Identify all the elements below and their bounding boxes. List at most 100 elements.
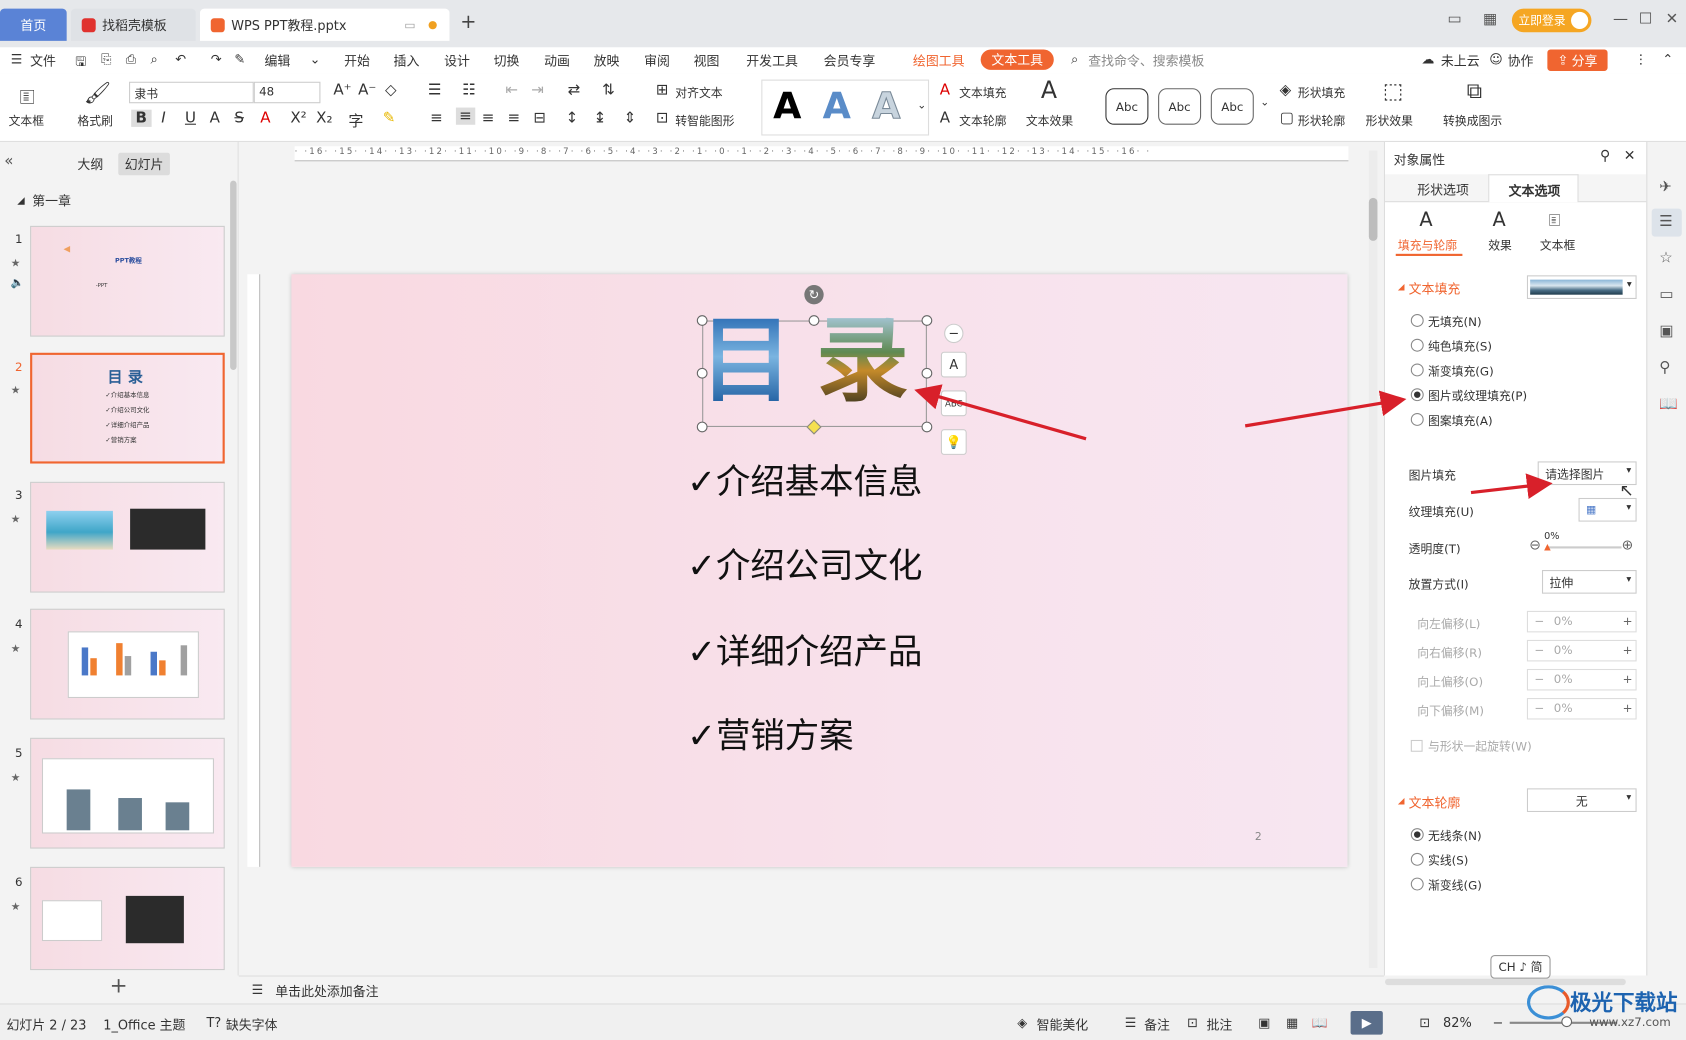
current-slide[interactable]: ↻ 目 录 − A ABC 💡 ✓介绍基本信息 ✓介绍公司文化 ✓详细介绍产品 … xyxy=(291,274,1348,867)
redo-icon[interactable]: ↷ xyxy=(211,52,222,67)
minimize-icon[interactable]: — xyxy=(1613,11,1628,28)
radio-gradient-line-label[interactable]: 渐变线(G) xyxy=(1428,877,1482,894)
transparency-slider[interactable]: ▲ xyxy=(1544,542,1622,552)
shape-fill-button[interactable]: 形状填充 xyxy=(1298,84,1345,101)
tab-outline[interactable]: 大纲 xyxy=(77,155,103,173)
notes-placeholder[interactable]: 单击此处添加备注 xyxy=(275,982,378,1000)
comments-button[interactable]: 批注 xyxy=(1206,1015,1232,1033)
texture-fill-dropdown[interactable]: ▦ ▾ xyxy=(1578,497,1637,522)
italic-icon[interactable]: I xyxy=(161,110,165,127)
wordart-style-black[interactable]: A xyxy=(773,85,801,128)
slides-tool-icon[interactable]: ▭ xyxy=(1659,286,1673,303)
para-spacing-icon[interactable]: ↨ xyxy=(594,110,607,127)
bullet-item[interactable]: ✓介绍基本信息 xyxy=(687,455,922,504)
zoom-out-icon[interactable]: − xyxy=(1493,1015,1504,1030)
font-size-select[interactable]: 48 xyxy=(253,81,321,104)
radio-pattern-fill[interactable] xyxy=(1410,412,1424,426)
slide-thumb-6[interactable] xyxy=(30,866,225,971)
menu-item-review[interactable]: 审阅 xyxy=(644,52,670,70)
increase-indent-icon[interactable]: ⇥ xyxy=(531,82,544,99)
shape-style-2[interactable]: Abc xyxy=(1158,88,1202,125)
star-tool-icon[interactable]: ☆ xyxy=(1659,250,1673,267)
font-name-select[interactable]: 隶书 xyxy=(129,81,254,104)
shrink-font-icon[interactable]: A⁻ xyxy=(358,82,376,99)
superscript-icon[interactable]: X² xyxy=(290,110,306,127)
thumbnail-scrollbar[interactable] xyxy=(230,180,237,370)
new-tab-button[interactable]: + xyxy=(460,11,476,34)
chapter-toggle-icon[interactable]: ◢ xyxy=(17,196,24,207)
panel-title[interactable]: 对象属性 xyxy=(1394,151,1446,169)
resize-handle[interactable] xyxy=(921,421,933,433)
fill-preview-dropdown[interactable]: ▾ xyxy=(1526,275,1637,299)
menu-item-slideshow[interactable]: 放映 xyxy=(594,52,620,70)
sort-icon[interactable]: ⇅ xyxy=(602,82,615,99)
collapse-panel-icon[interactable]: « xyxy=(4,153,13,170)
radio-gradient-fill[interactable] xyxy=(1410,363,1424,377)
textbox-button[interactable]: 文本框 xyxy=(9,112,44,129)
menu-item-transition[interactable]: 切换 xyxy=(494,52,520,70)
wordart-style-blue[interactable]: A xyxy=(823,85,851,128)
rocket-icon[interactable]: ✈ xyxy=(1659,179,1672,196)
strikethrough-icon[interactable]: S xyxy=(234,110,244,127)
subscript-icon[interactable]: X₂ xyxy=(316,110,332,127)
menu-edit[interactable]: 编辑 xyxy=(265,52,291,70)
clear-format-icon[interactable]: ◇ xyxy=(385,82,397,99)
location-icon[interactable]: ⚲ xyxy=(1659,359,1670,376)
highlight-icon[interactable]: ✎ xyxy=(383,110,396,127)
tab-shape-options[interactable]: 形状选项 xyxy=(1417,181,1469,199)
image-tool-icon[interactable]: ▣ xyxy=(1659,323,1673,340)
subtab-fill-outline[interactable]: 填充与轮廓 xyxy=(1398,237,1457,254)
justify-icon[interactable]: ≡ xyxy=(508,110,521,127)
menu-file[interactable]: 文件 xyxy=(30,52,56,70)
menu-item-design[interactable]: 设计 xyxy=(444,52,470,70)
align-left-icon[interactable]: ≡ xyxy=(430,110,443,127)
collapse-ribbon-icon[interactable]: ⌃ xyxy=(1662,52,1673,67)
missing-font-button[interactable]: 缺失字体 xyxy=(226,1015,278,1033)
slide-thumb-5[interactable] xyxy=(30,737,225,849)
offset-bottom-stepper[interactable]: −0% + xyxy=(1526,697,1637,720)
transparency-minus-icon[interactable]: ⊖ xyxy=(1529,538,1541,554)
radio-solid-line[interactable] xyxy=(1410,852,1424,866)
decrease-indent-icon[interactable]: ⇤ xyxy=(505,82,518,99)
shape-style-3[interactable]: Abc xyxy=(1210,88,1254,125)
rotate-with-shape-checkbox[interactable] xyxy=(1410,739,1423,752)
radio-no-line[interactable] xyxy=(1410,828,1424,842)
placement-dropdown[interactable]: 拉伸 ▾ xyxy=(1541,570,1637,594)
menu-text-tools[interactable]: 文本工具 xyxy=(980,49,1054,70)
text-outline-header[interactable]: 文本轮廓 xyxy=(1409,794,1461,812)
grow-font-icon[interactable]: A⁺ xyxy=(333,82,351,99)
zoom-level[interactable]: 82% xyxy=(1443,1015,1472,1030)
numbered-list-icon[interactable]: ☷ xyxy=(462,82,476,99)
radio-solid-fill[interactable] xyxy=(1410,338,1424,352)
eraser-icon[interactable]: ✎ xyxy=(234,52,245,67)
offset-right-stepper[interactable]: −0% + xyxy=(1526,639,1637,662)
bullet-item[interactable]: ✓介绍公司文化 xyxy=(687,539,922,588)
login-button[interactable]: 立即登录 xyxy=(1511,8,1592,33)
monitor-icon[interactable]: ▭ xyxy=(404,18,415,32)
radio-picture-fill-label[interactable]: 图片或纹理填充(P) xyxy=(1428,387,1527,404)
layout-icon[interactable]: ▭ xyxy=(1447,11,1461,28)
pin-icon[interactable]: ⚲ xyxy=(1600,148,1610,164)
spacing-icon[interactable]: ⇕ xyxy=(624,110,637,127)
theme-name[interactable]: 1_Office 主题 xyxy=(103,1015,185,1033)
resize-handle[interactable] xyxy=(921,367,933,379)
radio-solid-line-label[interactable]: 实线(S) xyxy=(1428,852,1468,869)
undo-icon[interactable]: ↶ xyxy=(175,52,186,67)
bullet-item[interactable]: ✓详细介绍产品 xyxy=(687,625,922,674)
spellcheck-float-icon[interactable]: ABC xyxy=(940,390,967,417)
radio-no-fill[interactable] xyxy=(1410,314,1424,327)
section-toggle-icon[interactable]: ◢ xyxy=(1398,796,1405,806)
radio-pattern-fill-label[interactable]: 图案填充(A) xyxy=(1428,412,1493,429)
play-slideshow-button[interactable]: ▶ xyxy=(1350,1010,1383,1035)
radio-no-line-label[interactable]: 无线条(N) xyxy=(1428,827,1482,844)
menu-item-start[interactable]: 开始 xyxy=(344,52,370,70)
align-text-button[interactable]: 对齐文本 xyxy=(675,84,722,101)
shape-effect-button[interactable]: 形状效果 xyxy=(1366,112,1413,129)
slide-thumb-4[interactable] xyxy=(30,608,225,720)
sorter-view-icon[interactable]: ▦ xyxy=(1286,1015,1298,1030)
subtab-effect[interactable]: 效果 xyxy=(1488,237,1512,254)
bullet-item[interactable]: ✓营销方案 xyxy=(687,709,853,758)
radio-picture-fill[interactable] xyxy=(1410,388,1424,402)
smart-shape-button[interactable]: 转智能图形 xyxy=(675,112,734,129)
export-icon[interactable]: ⎘ xyxy=(101,52,111,68)
